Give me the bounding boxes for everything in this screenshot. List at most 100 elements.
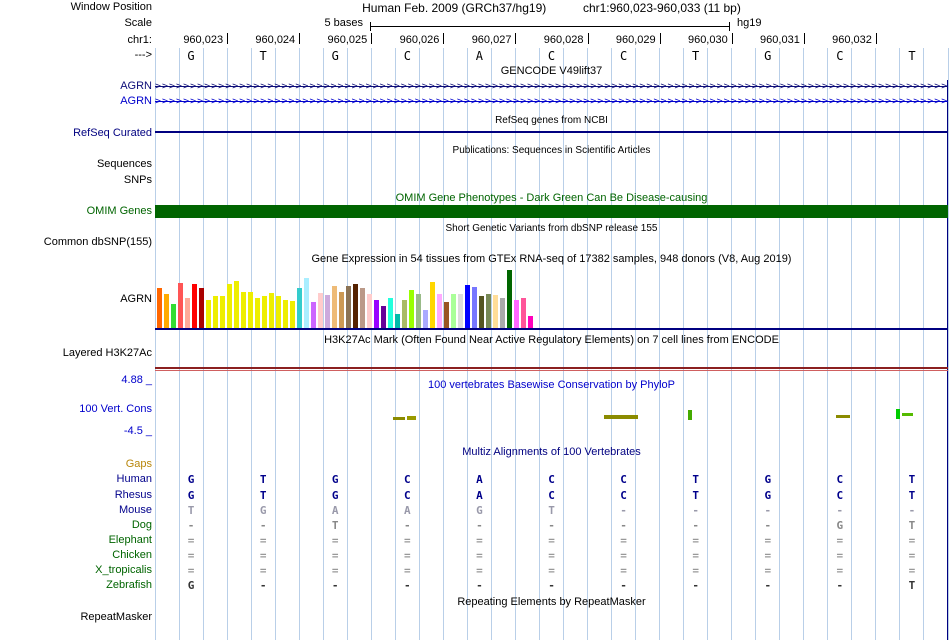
- gtex-bar[interactable]: [507, 270, 512, 328]
- gtex-bar[interactable]: [437, 294, 442, 328]
- label-sequences[interactable]: Sequences: [0, 158, 152, 171]
- ruler-tick: [371, 33, 373, 44]
- label-100-vert-cons[interactable]: 100 Vert. Cons: [0, 403, 152, 416]
- gtex-bar[interactable]: [297, 288, 302, 328]
- label-refseq-curated[interactable]: RefSeq Curated: [0, 127, 152, 140]
- gtex-bar[interactable]: [521, 298, 526, 328]
- alignment-cell: =: [620, 534, 627, 547]
- gtex-bar[interactable]: [423, 310, 428, 328]
- gtex-bar[interactable]: [388, 298, 393, 328]
- label-common-dbsnp[interactable]: Common dbSNP(155): [0, 236, 152, 249]
- alignment-cell: -: [620, 579, 627, 592]
- alignment-cell: -: [476, 519, 483, 532]
- gtex-bar[interactable]: [479, 296, 484, 328]
- gtex-bar[interactable]: [374, 300, 379, 328]
- species-label-rhesus[interactable]: Rhesus: [0, 489, 152, 502]
- label-phylop-min[interactable]: -4.5 _: [0, 425, 152, 438]
- gtex-bar[interactable]: [367, 294, 372, 328]
- species-label-dog[interactable]: Dog: [0, 519, 152, 532]
- species-label-x_tropicalis[interactable]: X_tropicalis: [0, 564, 152, 577]
- label-repeatmasker[interactable]: RepeatMasker: [0, 611, 152, 624]
- dbsnp-track-title: Short Genetic Variants from dbSNP releas…: [445, 223, 658, 234]
- ruler-tick: [659, 33, 661, 44]
- label-scale[interactable]: Scale: [0, 17, 152, 30]
- gtex-bar[interactable]: [157, 288, 162, 328]
- gtex-bar[interactable]: [500, 298, 505, 328]
- gtex-bar[interactable]: [430, 282, 435, 328]
- base-letter: G: [764, 49, 772, 63]
- gtex-bar[interactable]: [304, 278, 309, 328]
- gtex-bar[interactable]: [416, 294, 421, 328]
- label-omim-genes[interactable]: OMIM Genes: [0, 205, 152, 218]
- gtex-bar[interactable]: [486, 294, 491, 328]
- species-label-chicken[interactable]: Chicken: [0, 549, 152, 562]
- gtex-bar[interactable]: [255, 298, 260, 328]
- gtex-bar[interactable]: [227, 284, 232, 328]
- label-agrn-gtex[interactable]: AGRN: [0, 293, 152, 306]
- label-agrn-gencode-2[interactable]: AGRN: [0, 95, 152, 108]
- species-label-gaps[interactable]: Gaps: [0, 458, 152, 471]
- gtex-bar[interactable]: [234, 281, 239, 328]
- gtex-bar[interactable]: [451, 294, 456, 328]
- label-layered-h3k27ac[interactable]: Layered H3K27Ac: [0, 347, 152, 360]
- label-agrn-gencode-1[interactable]: AGRN: [0, 80, 152, 93]
- gtex-bar[interactable]: [409, 290, 414, 328]
- gene-track-agrn[interactable]: >>>>>>>>>>>>>>>>>>>>>>>>>>>>>>>>>>>>>>>>…: [155, 96, 948, 107]
- h3k27ac-signal-line[interactable]: [155, 370, 948, 371]
- gtex-bar[interactable]: [402, 300, 407, 328]
- label-snps[interactable]: SNPs: [0, 174, 152, 187]
- gtex-bar[interactable]: [213, 296, 218, 328]
- gtex-bar[interactable]: [514, 300, 519, 328]
- species-label-zebrafish[interactable]: Zebrafish: [0, 579, 152, 592]
- species-label-elephant[interactable]: Elephant: [0, 534, 152, 547]
- phylop-mark: [836, 415, 850, 418]
- label-chrom[interactable]: chr1:: [0, 34, 152, 47]
- label-window-position[interactable]: Window Position: [0, 1, 152, 14]
- gtex-bar[interactable]: [381, 306, 386, 328]
- gtex-bar[interactable]: [283, 300, 288, 328]
- gtex-bar[interactable]: [164, 294, 169, 328]
- alignment-cell: =: [404, 549, 411, 562]
- alignment-cell: -: [404, 579, 411, 592]
- gtex-bar[interactable]: [178, 283, 183, 328]
- gtex-bar[interactable]: [206, 300, 211, 328]
- gtex-bar[interactable]: [528, 316, 533, 328]
- gtex-bar[interactable]: [171, 304, 176, 328]
- gtex-bar[interactable]: [276, 296, 281, 328]
- gtex-bar[interactable]: [395, 314, 400, 328]
- gtex-bar[interactable]: [360, 288, 365, 328]
- gtex-bar[interactable]: [339, 292, 344, 328]
- gtex-bar[interactable]: [262, 296, 267, 328]
- omim-gene-bar[interactable]: [155, 205, 948, 218]
- gtex-bar[interactable]: [248, 292, 253, 328]
- gtex-bar[interactable]: [311, 302, 316, 328]
- gtex-bar[interactable]: [346, 286, 351, 328]
- gtex-bar[interactable]: [269, 293, 274, 328]
- gtex-bar[interactable]: [332, 286, 337, 328]
- gtex-bar[interactable]: [199, 288, 204, 328]
- alignment-cell: -: [476, 579, 483, 592]
- label-strand[interactable]: --->: [0, 49, 152, 62]
- scale-ruler-line: [370, 26, 730, 27]
- label-phylop-max[interactable]: 4.88 _: [0, 374, 152, 387]
- alignment-cell: C: [836, 473, 844, 486]
- gtex-bar[interactable]: [465, 285, 470, 328]
- gtex-bar[interactable]: [353, 284, 358, 328]
- gtex-bar[interactable]: [458, 294, 463, 328]
- gtex-bar[interactable]: [192, 284, 197, 328]
- gtex-bar[interactable]: [444, 302, 449, 328]
- gtex-bar[interactable]: [472, 287, 477, 328]
- gene-track-agrn[interactable]: >>>>>>>>>>>>>>>>>>>>>>>>>>>>>>>>>>>>>>>>…: [155, 81, 948, 92]
- refseq-gene-line[interactable]: [155, 131, 948, 133]
- h3k27ac-signal-line[interactable]: [155, 367, 948, 369]
- gtex-bar[interactable]: [325, 295, 330, 328]
- gtex-bar[interactable]: [185, 298, 190, 328]
- gtex-bar[interactable]: [220, 296, 225, 328]
- species-label-mouse[interactable]: Mouse: [0, 504, 152, 517]
- gtex-bar[interactable]: [290, 301, 295, 328]
- gtex-bar[interactable]: [241, 292, 246, 328]
- species-label-human[interactable]: Human: [0, 473, 152, 486]
- gtex-bar[interactable]: [493, 295, 498, 328]
- gtex-bar[interactable]: [318, 293, 323, 328]
- scale-ruler-left-tick: [370, 22, 371, 31]
